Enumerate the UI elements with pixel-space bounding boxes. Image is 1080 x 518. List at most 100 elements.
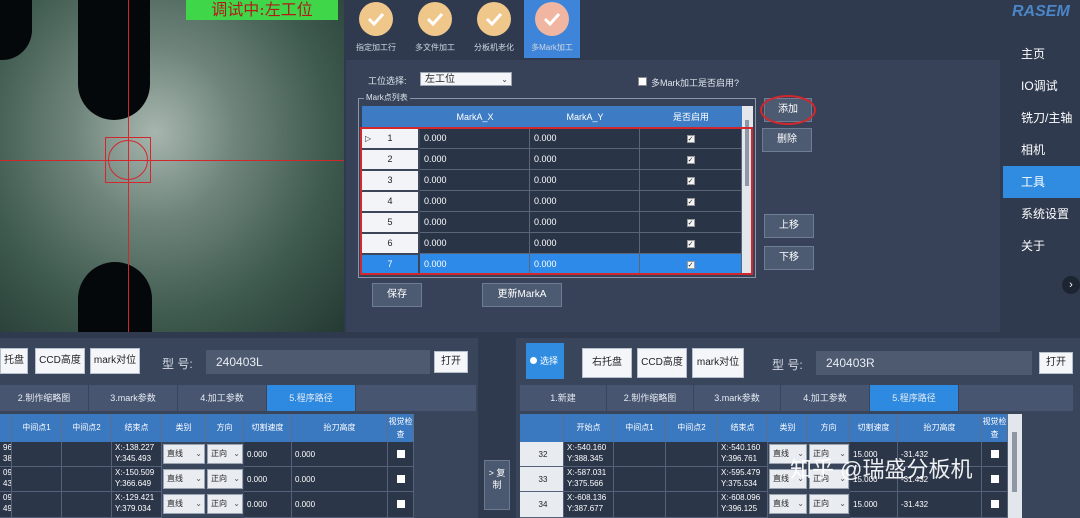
- nav-io-debug[interactable]: IO调试: [1003, 70, 1080, 102]
- tab-thumbnail[interactable]: 2.制作缩略图: [607, 385, 693, 411]
- nav-camera[interactable]: 相机: [1003, 134, 1080, 166]
- cell-start[interactable]: 96 38: [0, 442, 12, 467]
- direction-select[interactable]: 正向 ⌄: [207, 444, 243, 464]
- cell-start[interactable]: 09 43: [0, 467, 12, 492]
- cell-mid1[interactable]: [12, 467, 62, 492]
- cell-vision[interactable]: [982, 442, 1008, 467]
- cell-start[interactable]: X:-587.031 Y:375.566: [564, 467, 614, 492]
- copy-button[interactable]: > 复制: [484, 460, 510, 510]
- cell-mid1[interactable]: [614, 467, 666, 492]
- type-select[interactable]: 直线 ⌄: [163, 494, 205, 514]
- tab-new[interactable]: 1.新建: [520, 385, 606, 411]
- checkbox[interactable]: [396, 475, 405, 483]
- tab-mark-params[interactable]: 3.mark参数: [89, 385, 177, 411]
- delete-button[interactable]: 删除: [762, 128, 812, 152]
- checkbox[interactable]: [396, 450, 405, 458]
- cell-mid1[interactable]: [614, 492, 666, 518]
- checkbox[interactable]: [990, 450, 999, 458]
- cell-vision[interactable]: [388, 492, 414, 518]
- ccd-height-button[interactable]: CCD高度: [637, 348, 687, 378]
- nav-tools[interactable]: 工具: [1003, 166, 1080, 198]
- cell-vision[interactable]: [982, 467, 1008, 492]
- cell-end[interactable]: X:-138.227 Y:345.493: [112, 442, 162, 467]
- direction-select[interactable]: 正向 ⌄: [207, 469, 243, 489]
- direction-select[interactable]: 正向 ⌄: [207, 494, 243, 514]
- cell-start[interactable]: X:-608.136 Y:387.677: [564, 492, 614, 518]
- cell-mid1[interactable]: [12, 492, 62, 518]
- checkbox[interactable]: [990, 475, 999, 483]
- cell-end[interactable]: X:-150.509 Y:366.649: [112, 467, 162, 492]
- model-input[interactable]: 240403R: [816, 351, 1032, 375]
- direction-select[interactable]: 正向 ⌄: [809, 494, 849, 514]
- tool-multi-file[interactable]: 多文件加工: [407, 0, 463, 58]
- type-select[interactable]: 直线 ⌄: [769, 494, 807, 514]
- cell-mid1[interactable]: [614, 442, 666, 467]
- cell-lift[interactable]: 0.000: [292, 492, 388, 518]
- nav-home[interactable]: 主页: [1003, 38, 1080, 70]
- cell-end[interactable]: X:-129.421 Y:379.034: [112, 492, 162, 518]
- nav-spindle[interactable]: 铣刀/主轴: [1003, 102, 1080, 134]
- mark-align-button[interactable]: mark对位: [90, 348, 140, 374]
- cell-end[interactable]: X:-595.479 Y:375.534: [718, 467, 768, 492]
- cell-mid2[interactable]: [62, 492, 112, 518]
- column-header: 是否启用: [640, 106, 742, 128]
- cell-end[interactable]: X:-608.096 Y:396.125: [718, 492, 768, 518]
- cell-end[interactable]: X:-540.160 Y:396.761: [718, 442, 768, 467]
- tab-thumbnail[interactable]: 2.制作缩略图: [0, 385, 88, 411]
- tab-program-path[interactable]: 5.程序路径: [870, 385, 958, 411]
- cell-lift[interactable]: 0.000: [292, 467, 388, 492]
- tab-process-params[interactable]: 4.加工参数: [781, 385, 869, 411]
- open-button[interactable]: 打开: [1039, 352, 1073, 374]
- cell-speed[interactable]: 15.000: [850, 492, 898, 518]
- chevron-right-icon[interactable]: ›: [1062, 276, 1080, 294]
- cell-mid1[interactable]: [12, 442, 62, 467]
- update-mark-button[interactable]: 更新MarkA: [482, 283, 562, 307]
- cell-speed[interactable]: 0.000: [244, 467, 292, 492]
- cell-speed[interactable]: 0.000: [244, 492, 292, 518]
- tab-mark-params[interactable]: 3.mark参数: [694, 385, 780, 411]
- cell-mid2[interactable]: [666, 492, 718, 518]
- checkbox[interactable]: [396, 500, 405, 508]
- station-select[interactable]: 左工位 ⌄: [420, 72, 512, 86]
- open-button[interactable]: 打开: [434, 351, 468, 373]
- tab-program-path[interactable]: 5.程序路径: [267, 385, 355, 411]
- tab-process-params[interactable]: 4.加工参数: [178, 385, 266, 411]
- cell-start[interactable]: X:-540.160 Y:388.345: [564, 442, 614, 467]
- cell-mid2[interactable]: [666, 442, 718, 467]
- save-button[interactable]: 保存: [372, 283, 422, 307]
- type-select[interactable]: 直线 ⌄: [163, 469, 205, 489]
- cell-vision[interactable]: [982, 492, 1008, 518]
- select-toggle[interactable]: 选择: [526, 343, 564, 379]
- cell-vision[interactable]: [388, 442, 414, 467]
- nav-settings[interactable]: 系统设置: [1003, 198, 1080, 230]
- checkbox[interactable]: [990, 500, 999, 508]
- scrollbar-thumb[interactable]: [1012, 432, 1017, 492]
- chevron-down-icon: ⌄: [195, 499, 202, 508]
- cell-vision[interactable]: [388, 467, 414, 492]
- grid-scrollbar[interactable]: [1008, 414, 1022, 518]
- tool-multi-mark[interactable]: 多Mark加工: [524, 0, 580, 58]
- cell-mid2[interactable]: [666, 467, 718, 492]
- model-input[interactable]: 240403L: [206, 350, 430, 374]
- move-down-button[interactable]: 下移: [764, 246, 814, 270]
- ccd-height-button[interactable]: CCD高度: [35, 348, 85, 374]
- cell-mid2[interactable]: [62, 442, 112, 467]
- cell-start[interactable]: 09 49: [0, 492, 12, 518]
- nav-about[interactable]: 关于: [1003, 230, 1080, 262]
- cell-lift[interactable]: -31.432: [898, 492, 982, 518]
- radio-icon: [530, 357, 537, 364]
- type-select[interactable]: 直线 ⌄: [163, 444, 205, 464]
- tool-specified-line[interactable]: 指定加工行: [348, 0, 404, 58]
- tray-button[interactable]: 托盘: [0, 348, 28, 374]
- cell-mid2[interactable]: [62, 467, 112, 492]
- tray-button[interactable]: 右托盘: [582, 348, 632, 378]
- multi-mark-enable-checkbox[interactable]: [638, 77, 647, 86]
- cell-speed[interactable]: 0.000: [244, 442, 292, 467]
- move-up-button[interactable]: 上移: [764, 214, 814, 238]
- cell-lift[interactable]: 0.000: [292, 442, 388, 467]
- row-number: 33: [520, 467, 564, 492]
- multi-mark-enable-label: 多Mark加工是否启用?: [651, 78, 740, 88]
- tool-aging[interactable]: 分板机老化: [466, 0, 522, 58]
- mark-align-button[interactable]: mark对位: [692, 348, 744, 378]
- table-corner: [362, 106, 420, 128]
